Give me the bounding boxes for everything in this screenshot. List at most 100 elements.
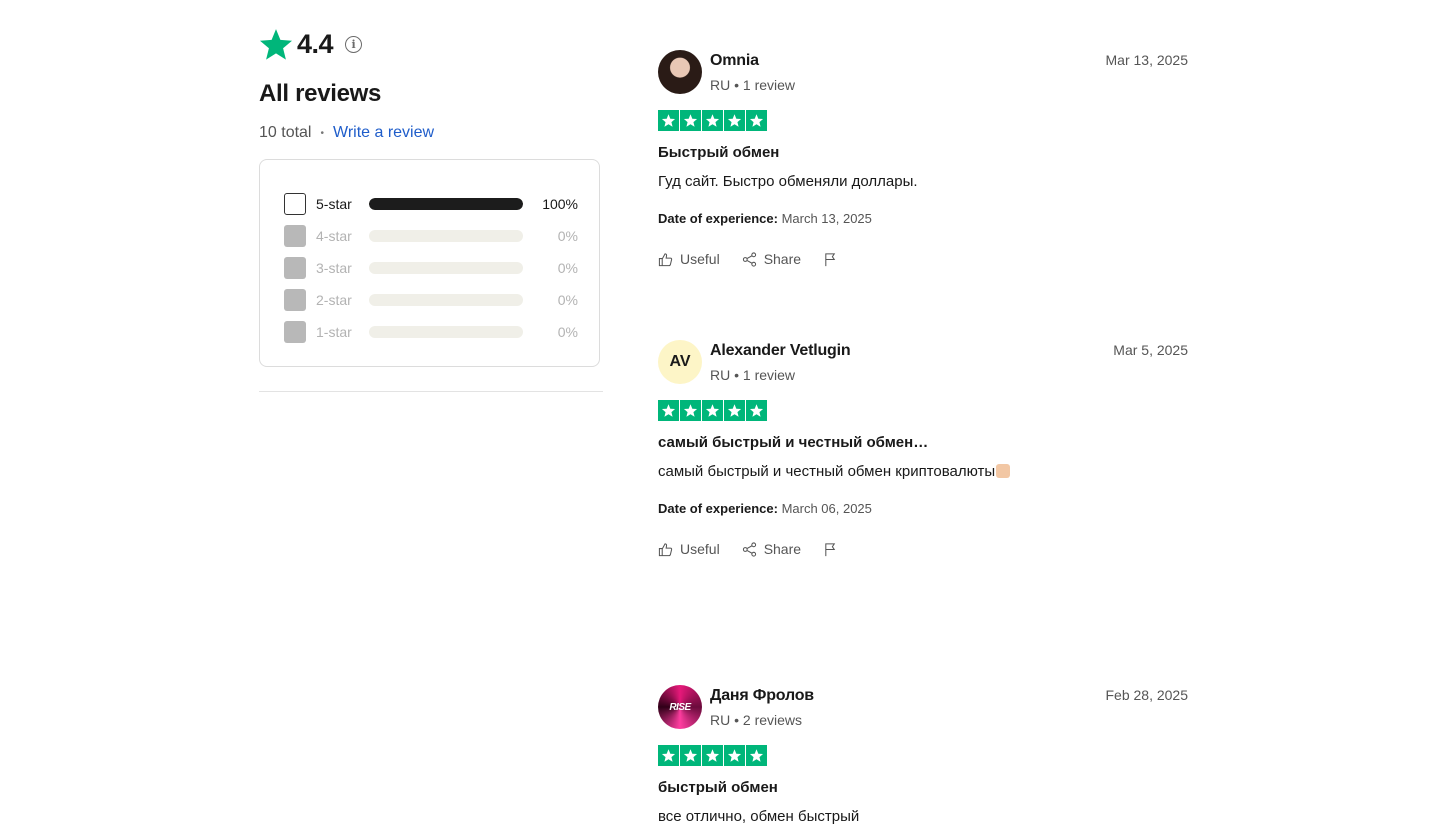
filter-row-3-star: 3-star 0% <box>260 252 599 284</box>
review-text: самый быстрый и честный обмен криптовалю… <box>658 463 996 480</box>
experience-label: Date of experience: <box>658 501 778 516</box>
thumbs-up-icon <box>658 252 673 266</box>
review-card: Omnia RU • 1 review Mar 13, 2025 Быстрый… <box>658 50 1188 290</box>
star-icon <box>680 110 701 131</box>
filter-row-5-star[interactable]: 5-star 100% <box>260 188 599 220</box>
total-count: 10 total <box>259 124 312 141</box>
star-icon <box>724 745 745 766</box>
review-text: все отлично, обмен быстрый <box>658 808 860 825</box>
star-icon <box>746 110 767 131</box>
date-of-experience: Date of experience: March 06, 2025 <box>658 501 872 516</box>
filter-bar <box>369 326 523 338</box>
review-title[interactable]: Быстрый обмен <box>658 144 779 161</box>
overall-rating: 4.4 <box>297 28 334 59</box>
reviews-summary: 4.4 i All reviews 10 total • Write a rev… <box>259 26 603 392</box>
reviewer-meta: RU • 1 review <box>710 367 796 383</box>
star-rating <box>658 110 767 131</box>
useful-label: Useful <box>680 251 720 267</box>
flag-icon <box>825 252 836 266</box>
star-icon <box>702 745 723 766</box>
total-row: 10 total • Write a review <box>259 124 603 142</box>
filter-label: 3-star <box>316 260 352 276</box>
filter-percent: 100% <box>542 196 578 212</box>
experience-date: March 06, 2025 <box>781 501 872 516</box>
reviews-page: 4.4 i All reviews 10 total • Write a rev… <box>0 0 1441 831</box>
avatar[interactable]: RISE <box>658 685 702 729</box>
share-icon <box>742 541 756 557</box>
avatar[interactable]: AV <box>658 340 702 384</box>
review-actions: Useful Share <box>658 541 867 557</box>
star-icon <box>746 400 767 421</box>
share-button[interactable]: Share <box>742 251 801 267</box>
page-title: All reviews <box>259 80 382 107</box>
thumbs-up-emoji-icon <box>996 464 1011 478</box>
experience-date: March 13, 2025 <box>781 211 872 226</box>
review-title[interactable]: самый быстрый и честный обмен… <box>658 434 928 451</box>
avatar-text: RISE <box>669 701 691 713</box>
star-icon <box>724 400 745 421</box>
review-card: RISE Даня Фролов RU • 2 reviews Feb 28, … <box>658 685 1188 831</box>
filter-bar-fill <box>369 198 523 210</box>
filter-percent: 0% <box>557 260 578 276</box>
filter-label: 4-star <box>316 228 352 244</box>
filter-checkbox[interactable] <box>284 193 306 215</box>
share-label: Share <box>763 541 802 557</box>
filter-checkbox <box>284 257 306 279</box>
date-of-experience: Date of experience: March 13, 2025 <box>658 211 872 226</box>
review-card: AV Alexander Vetlugin RU • 1 review Mar … <box>658 340 1188 580</box>
star-icon <box>724 110 745 131</box>
review-text: Гуд сайт. Быстро обменяли доллары. <box>658 173 918 190</box>
filter-row-1-star: 1-star 0% <box>260 316 599 348</box>
filter-percent: 0% <box>557 228 578 244</box>
filter-label: 2-star <box>316 292 352 308</box>
filter-row-4-star: 4-star 0% <box>260 220 599 252</box>
separator-dot: • <box>320 127 324 139</box>
filter-bar <box>369 262 523 274</box>
filter-bar <box>369 294 523 306</box>
star-icon <box>658 745 679 766</box>
star-rating <box>658 400 767 421</box>
divider <box>259 391 603 392</box>
review-actions: Useful Share <box>658 251 867 267</box>
reviewer-name[interactable]: Даня Фролов <box>710 687 814 705</box>
filter-bar <box>369 198 523 210</box>
filter-percent: 0% <box>557 324 578 340</box>
filter-bar <box>369 230 523 242</box>
review-date: Mar 13, 2025 <box>1105 52 1189 68</box>
star-icon <box>702 110 723 131</box>
filter-row-2-star: 2-star 0% <box>260 284 599 316</box>
filter-checkbox <box>284 289 306 311</box>
share-label: Share <box>763 251 802 267</box>
avatar[interactable] <box>658 50 702 94</box>
info-icon[interactable]: i <box>345 35 363 53</box>
star-icon <box>680 400 701 421</box>
filter-label: 5-star <box>316 196 352 212</box>
useful-button[interactable]: Useful <box>658 251 720 267</box>
rating-row: 4.4 i <box>259 26 603 62</box>
review-date: Mar 5, 2025 <box>1113 342 1188 358</box>
useful-button[interactable]: Useful <box>658 541 720 557</box>
flag-icon <box>825 542 836 556</box>
share-icon <box>742 251 756 267</box>
review-title[interactable]: быстрый обмен <box>658 779 778 796</box>
useful-label: Useful <box>680 541 720 557</box>
star-rating <box>658 745 767 766</box>
star-icon <box>702 400 723 421</box>
star-icon <box>658 400 679 421</box>
reviewer-meta: RU • 1 review <box>710 77 796 93</box>
review-date: Feb 28, 2025 <box>1105 687 1188 703</box>
star-icon <box>746 745 767 766</box>
filter-label: 1-star <box>316 324 352 340</box>
filter-percent: 0% <box>557 292 578 308</box>
star-icon <box>658 110 679 131</box>
reviewer-name[interactable]: Alexander Vetlugin <box>710 342 851 360</box>
write-review-link[interactable]: Write a review <box>333 124 434 142</box>
report-button[interactable] <box>823 252 845 267</box>
reviewer-name[interactable]: Omnia <box>710 52 759 70</box>
review-text-row: самый быстрый и честный обмен криптовалю… <box>658 463 1011 480</box>
thumbs-up-icon <box>658 542 673 556</box>
experience-label: Date of experience: <box>658 211 778 226</box>
share-button[interactable]: Share <box>742 541 801 557</box>
report-button[interactable] <box>823 542 845 557</box>
star-filter-box: 5-star 100% 4-star 0% 3-star 0% 2-star 0… <box>259 159 600 367</box>
